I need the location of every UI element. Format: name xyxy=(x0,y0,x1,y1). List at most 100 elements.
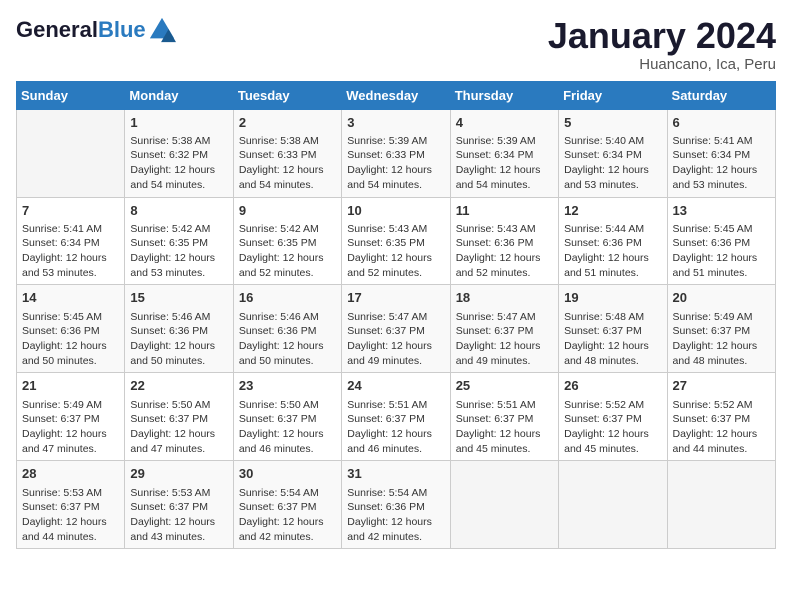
day-info: Sunrise: 5:41 AMSunset: 6:34 PMDaylight:… xyxy=(22,222,119,281)
calendar-header-row: SundayMondayTuesdayWednesdayThursdayFrid… xyxy=(17,81,776,109)
day-info: Sunrise: 5:43 AMSunset: 6:36 PMDaylight:… xyxy=(456,222,553,281)
calendar-week-row: 1 Sunrise: 5:38 AMSunset: 6:32 PMDaylight… xyxy=(17,109,776,197)
day-info: Sunrise: 5:43 AMSunset: 6:35 PMDaylight:… xyxy=(347,222,444,281)
day-number: 2 xyxy=(239,114,336,132)
day-number: 31 xyxy=(347,465,444,483)
day-info: Sunrise: 5:49 AMSunset: 6:37 PMDaylight:… xyxy=(673,310,770,369)
day-info: Sunrise: 5:38 AMSunset: 6:33 PMDaylight:… xyxy=(239,134,336,193)
day-info: Sunrise: 5:47 AMSunset: 6:37 PMDaylight:… xyxy=(347,310,444,369)
day-info: Sunrise: 5:50 AMSunset: 6:37 PMDaylight:… xyxy=(239,398,336,457)
day-header-thursday: Thursday xyxy=(450,81,558,109)
day-number: 18 xyxy=(456,289,553,307)
calendar-cell: 6 Sunrise: 5:41 AMSunset: 6:34 PMDaylight… xyxy=(667,109,775,197)
calendar-cell: 15 Sunrise: 5:46 AMSunset: 6:36 PMDayligh… xyxy=(125,285,233,373)
day-number: 9 xyxy=(239,202,336,220)
title-block: January 2024 Huancano, Ica, Peru xyxy=(548,16,776,73)
day-number: 25 xyxy=(456,377,553,395)
day-info: Sunrise: 5:46 AMSunset: 6:36 PMDaylight:… xyxy=(239,310,336,369)
day-number: 29 xyxy=(130,465,227,483)
calendar-cell: 3Sunrise: 5:39 AMSunset: 6:33 PMDaylight… xyxy=(342,109,450,197)
calendar-cell: 7 Sunrise: 5:41 AMSunset: 6:34 PMDaylight… xyxy=(17,197,125,285)
calendar-cell: 13 Sunrise: 5:45 AMSunset: 6:36 PMDayligh… xyxy=(667,197,775,285)
calendar-cell: 1 Sunrise: 5:38 AMSunset: 6:32 PMDaylight… xyxy=(125,109,233,197)
calendar-cell: 18 Sunrise: 5:47 AMSunset: 6:37 PMDayligh… xyxy=(450,285,558,373)
calendar-cell: 21 Sunrise: 5:49 AMSunset: 6:37 PMDayligh… xyxy=(17,373,125,461)
calendar-cell xyxy=(667,461,775,549)
day-info: Sunrise: 5:53 AMSunset: 6:37 PMDaylight:… xyxy=(130,486,227,545)
day-number: 6 xyxy=(673,114,770,132)
calendar-cell: 9Sunrise: 5:42 AMSunset: 6:35 PMDaylight… xyxy=(233,197,341,285)
calendar-cell xyxy=(559,461,667,549)
calendar-cell: 28Sunrise: 5:53 AMSunset: 6:37 PMDayligh… xyxy=(17,461,125,549)
day-info: Sunrise: 5:47 AMSunset: 6:37 PMDaylight:… xyxy=(456,310,553,369)
day-info: Sunrise: 5:46 AMSunset: 6:36 PMDaylight:… xyxy=(130,310,227,369)
day-info: Sunrise: 5:54 AMSunset: 6:37 PMDaylight:… xyxy=(239,486,336,545)
calendar-cell: 25 Sunrise: 5:51 AMSunset: 6:37 PMDayligh… xyxy=(450,373,558,461)
day-number: 24 xyxy=(347,377,444,395)
day-header-wednesday: Wednesday xyxy=(342,81,450,109)
day-info: Sunrise: 5:50 AMSunset: 6:37 PMDaylight:… xyxy=(130,398,227,457)
day-info: Sunrise: 5:54 AMSunset: 6:36 PMDaylight:… xyxy=(347,486,444,545)
calendar-cell: 26 Sunrise: 5:52 AMSunset: 6:37 PMDayligh… xyxy=(559,373,667,461)
day-number: 19 xyxy=(564,289,661,307)
day-number: 20 xyxy=(673,289,770,307)
day-number: 4 xyxy=(456,114,553,132)
day-info: Sunrise: 5:53 AMSunset: 6:37 PMDaylight:… xyxy=(22,486,119,545)
day-number: 22 xyxy=(130,377,227,395)
calendar-cell: 16 Sunrise: 5:46 AMSunset: 6:36 PMDayligh… xyxy=(233,285,341,373)
day-info: Sunrise: 5:45 AMSunset: 6:36 PMDaylight:… xyxy=(22,310,119,369)
day-header-saturday: Saturday xyxy=(667,81,775,109)
page-header: GeneralBlue January 2024 Huancano, Ica, … xyxy=(16,16,776,73)
calendar-cell: 19 Sunrise: 5:48 AMSunset: 6:37 PMDayligh… xyxy=(559,285,667,373)
day-number: 26 xyxy=(564,377,661,395)
day-info: Sunrise: 5:49 AMSunset: 6:37 PMDaylight:… xyxy=(22,398,119,457)
calendar-cell: 29 Sunrise: 5:53 AMSunset: 6:37 PMDayligh… xyxy=(125,461,233,549)
day-number: 7 xyxy=(22,202,119,220)
day-number: 8 xyxy=(130,202,227,220)
day-header-tuesday: Tuesday xyxy=(233,81,341,109)
day-info: Sunrise: 5:51 AMSunset: 6:37 PMDaylight:… xyxy=(347,398,444,457)
day-number: 13 xyxy=(673,202,770,220)
day-number: 30 xyxy=(239,465,336,483)
day-number: 17 xyxy=(347,289,444,307)
calendar-cell: 5 Sunrise: 5:40 AMSunset: 6:34 PMDaylight… xyxy=(559,109,667,197)
day-info: Sunrise: 5:48 AMSunset: 6:37 PMDaylight:… xyxy=(564,310,661,369)
day-info: Sunrise: 5:40 AMSunset: 6:34 PMDaylight:… xyxy=(564,134,661,193)
calendar-table: SundayMondayTuesdayWednesdayThursdayFrid… xyxy=(16,81,776,550)
calendar-week-row: 7 Sunrise: 5:41 AMSunset: 6:34 PMDaylight… xyxy=(17,197,776,285)
calendar-cell: 31 Sunrise: 5:54 AMSunset: 6:36 PMDayligh… xyxy=(342,461,450,549)
day-info: Sunrise: 5:45 AMSunset: 6:36 PMDaylight:… xyxy=(673,222,770,281)
calendar-body: 1 Sunrise: 5:38 AMSunset: 6:32 PMDaylight… xyxy=(17,109,776,549)
calendar-week-row: 28Sunrise: 5:53 AMSunset: 6:37 PMDayligh… xyxy=(17,461,776,549)
calendar-cell: 8Sunrise: 5:42 AMSunset: 6:35 PMDaylight… xyxy=(125,197,233,285)
day-number: 15 xyxy=(130,289,227,307)
day-number: 3 xyxy=(347,114,444,132)
day-info: Sunrise: 5:38 AMSunset: 6:32 PMDaylight:… xyxy=(130,134,227,193)
day-info: Sunrise: 5:39 AMSunset: 6:34 PMDaylight:… xyxy=(456,134,553,193)
day-number: 27 xyxy=(673,377,770,395)
day-info: Sunrise: 5:44 AMSunset: 6:36 PMDaylight:… xyxy=(564,222,661,281)
calendar-cell: 14 Sunrise: 5:45 AMSunset: 6:36 PMDayligh… xyxy=(17,285,125,373)
calendar-cell: 22 Sunrise: 5:50 AMSunset: 6:37 PMDayligh… xyxy=(125,373,233,461)
day-number: 14 xyxy=(22,289,119,307)
calendar-week-row: 21 Sunrise: 5:49 AMSunset: 6:37 PMDayligh… xyxy=(17,373,776,461)
calendar-cell xyxy=(450,461,558,549)
day-info: Sunrise: 5:52 AMSunset: 6:37 PMDaylight:… xyxy=(564,398,661,457)
day-header-monday: Monday xyxy=(125,81,233,109)
calendar-cell: 24 Sunrise: 5:51 AMSunset: 6:37 PMDayligh… xyxy=(342,373,450,461)
calendar-cell: 4 Sunrise: 5:39 AMSunset: 6:34 PMDaylight… xyxy=(450,109,558,197)
day-header-sunday: Sunday xyxy=(17,81,125,109)
day-number: 16 xyxy=(239,289,336,307)
day-number: 21 xyxy=(22,377,119,395)
day-number: 11 xyxy=(456,202,553,220)
calendar-cell: 10Sunrise: 5:43 AMSunset: 6:35 PMDayligh… xyxy=(342,197,450,285)
calendar-cell: 27 Sunrise: 5:52 AMSunset: 6:37 PMDayligh… xyxy=(667,373,775,461)
day-number: 12 xyxy=(564,202,661,220)
day-info: Sunrise: 5:52 AMSunset: 6:37 PMDaylight:… xyxy=(673,398,770,457)
day-number: 1 xyxy=(130,114,227,132)
calendar-cell: 12 Sunrise: 5:44 AMSunset: 6:36 PMDayligh… xyxy=(559,197,667,285)
day-number: 5 xyxy=(564,114,661,132)
day-info: Sunrise: 5:41 AMSunset: 6:34 PMDaylight:… xyxy=(673,134,770,193)
logo: GeneralBlue xyxy=(16,16,176,44)
day-info: Sunrise: 5:51 AMSunset: 6:37 PMDaylight:… xyxy=(456,398,553,457)
